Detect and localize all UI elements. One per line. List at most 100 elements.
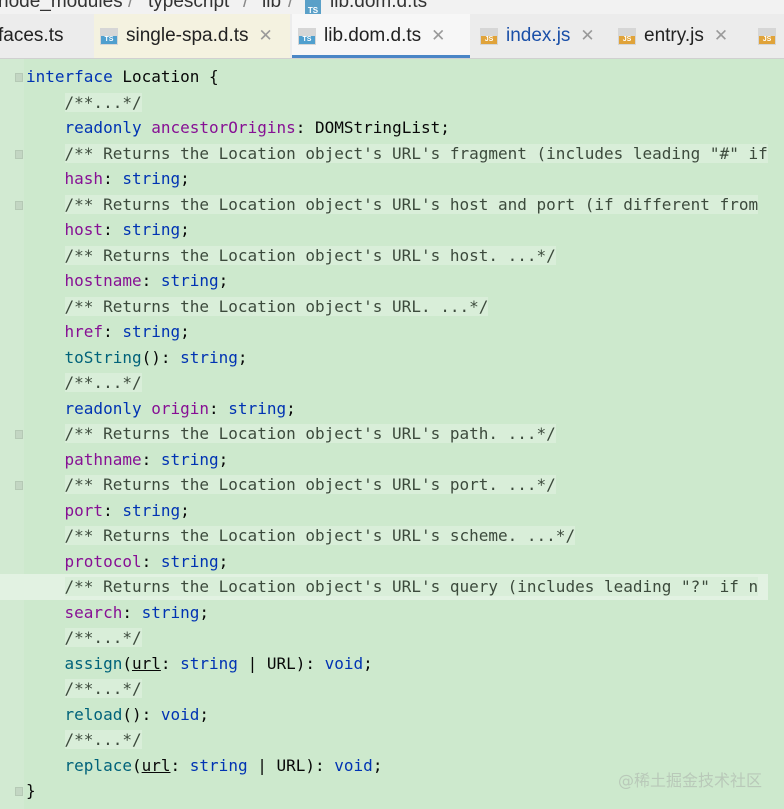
code-line[interactable]: pathname: string;: [26, 447, 768, 473]
code-line[interactable]: protocol: string;: [26, 549, 768, 575]
code-line[interactable]: host: string;: [26, 217, 768, 243]
code-token-prop: ancestorOrigins: [151, 118, 296, 137]
code-token-kw: string: [160, 271, 219, 290]
code-line[interactable]: /**...*/: [26, 727, 768, 753]
code-token-cmt: /** Returns the Location object's URL's …: [64, 475, 556, 494]
code-line[interactable]: /**...*/: [26, 90, 768, 116]
code-line[interactable]: /** Returns the Location object's URL's …: [26, 472, 768, 498]
breadcrumb-separator: /: [243, 0, 249, 12]
code-token-punc: [26, 118, 65, 137]
code-token-punc: ():: [141, 347, 181, 367]
code-token-kw: void: [334, 755, 373, 775]
code-token-punc: [142, 399, 152, 418]
fold-marker-icon[interactable]: [15, 787, 23, 796]
code-token-cmt: /**...*/: [64, 679, 142, 698]
code-token-punc: :: [103, 322, 123, 341]
fold-marker-icon[interactable]: [15, 430, 23, 439]
code-token-kw: string: [122, 220, 181, 239]
code-line[interactable]: readonly ancestorOrigins: DOMStringList;: [26, 115, 768, 141]
code-token-punc: ;: [218, 449, 229, 469]
code-line[interactable]: readonly origin: string;: [26, 396, 768, 422]
code-token-punc: [26, 679, 65, 698]
code-line[interactable]: /** Returns the Location object's URL's …: [26, 192, 768, 218]
close-icon[interactable]: ✕: [259, 26, 273, 46]
code-token-punc: ():: [122, 704, 161, 724]
code-line[interactable]: interface Location {: [26, 64, 768, 90]
code-token-punc: [26, 424, 65, 443]
fold-marker-icon[interactable]: [15, 200, 23, 210]
code-line[interactable]: href: string;: [26, 319, 768, 345]
code-line[interactable]: /** Returns the Location object's URL's …: [26, 243, 768, 269]
code-token-punc: ;: [237, 347, 248, 367]
code-line[interactable]: /** Returns the Location object's URL's …: [0, 574, 768, 600]
code-line[interactable]: /** Returns the Location object's URL. .…: [26, 294, 768, 320]
code-token-kw: void: [160, 704, 200, 724]
code-line[interactable]: /** Returns the Location object's URL's …: [26, 141, 768, 167]
code-line[interactable]: hash: string;: [26, 166, 768, 192]
code-token-kw: interface: [26, 67, 113, 86]
code-token-punc: [26, 297, 65, 316]
breadcrumb-item-node-modules[interactable]: node_modules: [0, 0, 123, 13]
close-icon[interactable]: ✕: [580, 26, 594, 46]
fold-marker-icon[interactable]: [15, 149, 23, 159]
code-token-punc: :: [103, 169, 123, 188]
breadcrumb-item-lib[interactable]: lib: [262, 0, 281, 13]
code-token-param: url: [131, 653, 161, 673]
code-token-kw: string: [160, 449, 219, 469]
code-token-prop: port: [64, 500, 104, 520]
code-line[interactable]: /**...*/: [26, 676, 768, 702]
code-editor[interactable]: interface Location { /**...*/ readonly a…: [0, 59, 784, 809]
tab-label: faces.ts: [0, 25, 64, 46]
breadcrumb-item-lib-dom[interactable]: lib.dom.d.ts: [330, 0, 427, 13]
code-token-punc: [26, 501, 65, 520]
code-token-punc: [26, 399, 65, 418]
watermark: @稀土掘金技术社区: [617, 771, 762, 790]
code-line[interactable]: hostname: string;: [26, 268, 768, 294]
code-line[interactable]: /**...*/: [26, 370, 768, 396]
tab-index-js[interactable]: JS index.js ✕: [474, 14, 608, 58]
code-token-punc: :: [103, 220, 123, 239]
js-file-icon: JS: [618, 27, 636, 45]
code-token-fn: toString: [64, 347, 142, 367]
code-token-punc: ;: [180, 500, 190, 520]
close-icon[interactable]: ✕: [714, 26, 728, 46]
code-token-cmt: /** Returns the Location object's URL's …: [64, 424, 556, 443]
code-line[interactable]: /** Returns the Location object's URL's …: [26, 523, 768, 549]
code-area[interactable]: interface Location { /**...*/ readonly a…: [0, 64, 768, 804]
code-token-punc: Location {: [112, 67, 219, 86]
tab-lib-dom-d-ts[interactable]: TS lib.dom.d.ts ✕: [292, 14, 470, 58]
code-token-kw: string: [228, 398, 287, 418]
code-token-kw: void: [324, 653, 364, 673]
editor-gutter[interactable]: [0, 59, 24, 809]
tab-single-spa-d-ts[interactable]: TS single-spa.d.ts ✕: [94, 14, 290, 58]
tab-overflow-js[interactable]: JS: [752, 14, 784, 58]
tab-faces-ts[interactable]: faces.ts: [0, 14, 92, 58]
code-token-fn: assign: [64, 653, 123, 673]
fold-marker-icon[interactable]: [15, 73, 23, 82]
code-line[interactable]: port: string;: [26, 498, 768, 524]
code-token-fn: reload: [64, 704, 123, 724]
code-line[interactable]: reload(): void;: [26, 702, 768, 728]
breadcrumb-item-typescript[interactable]: typescript: [148, 0, 229, 13]
code-token-punc: :: [141, 271, 161, 290]
code-token-fn: replace: [64, 755, 132, 775]
code-line[interactable]: /** Returns the Location object's URL's …: [26, 421, 768, 447]
code-token-punc: (: [131, 755, 142, 775]
code-token-punc: ;: [286, 398, 296, 418]
code-token-punc: (: [122, 653, 132, 673]
code-token-prop: hostname: [64, 271, 142, 290]
code-token-kw: string: [122, 322, 181, 341]
code-line[interactable]: toString(): string;: [26, 345, 768, 371]
code-token-punc: [26, 373, 65, 392]
code-line[interactable]: search: string;: [26, 600, 768, 626]
fold-marker-icon[interactable]: [15, 481, 23, 490]
js-file-icon: JS: [758, 27, 776, 45]
tab-entry-js[interactable]: JS entry.js ✕: [612, 14, 750, 58]
code-line[interactable]: assign(url: string | URL): void;: [26, 651, 768, 677]
code-token-punc: [26, 93, 65, 112]
close-icon[interactable]: ✕: [431, 26, 445, 46]
code-line[interactable]: /**...*/: [26, 625, 768, 651]
code-token-kw: string: [141, 602, 200, 622]
code-token-punc: [26, 730, 65, 749]
code-token-punc: ;: [180, 220, 190, 239]
